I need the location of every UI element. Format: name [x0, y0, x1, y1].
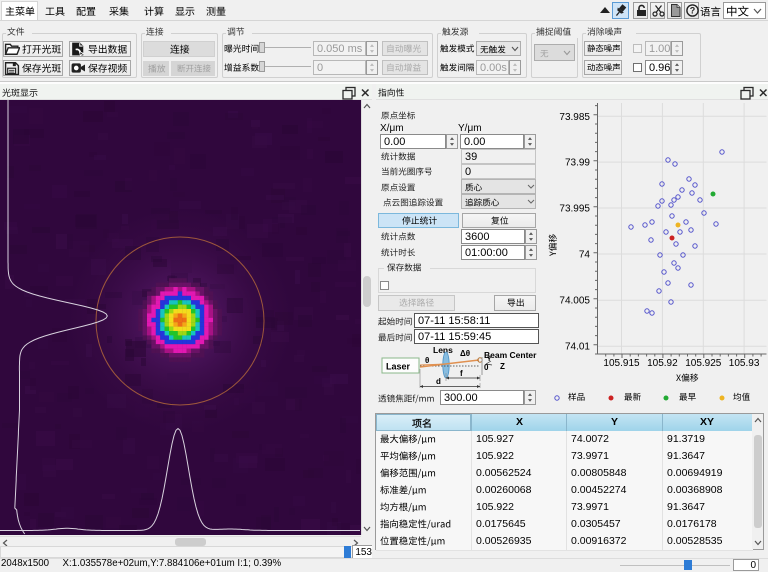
svg-text:Laser: Laser	[386, 362, 411, 372]
svg-text:74: 74	[579, 250, 591, 261]
svg-text:f: f	[460, 369, 463, 378]
svg-text:105.93: 105.93	[729, 358, 760, 369]
svg-text:105.92: 105.92	[647, 358, 678, 369]
svg-text:Y: Y	[487, 356, 492, 363]
svg-text:74.01: 74.01	[565, 342, 590, 353]
svg-text:105.915: 105.915	[603, 358, 640, 369]
svg-text:73.99: 73.99	[565, 158, 590, 169]
svg-text:Lens: Lens	[433, 345, 453, 355]
svg-text:73.985: 73.985	[559, 112, 590, 123]
svg-text:73.995: 73.995	[559, 204, 590, 215]
svg-text:?: ?	[690, 6, 696, 16]
svg-text:Beam Center: Beam Center	[484, 350, 537, 360]
svg-text:d: d	[436, 377, 441, 386]
svg-text:θ: θ	[425, 356, 429, 365]
svg-text:Δθ: Δθ	[460, 349, 470, 358]
svg-text:74.005: 74.005	[559, 296, 590, 307]
svg-text:105.925: 105.925	[685, 358, 722, 369]
svg-text:Z: Z	[500, 362, 505, 371]
